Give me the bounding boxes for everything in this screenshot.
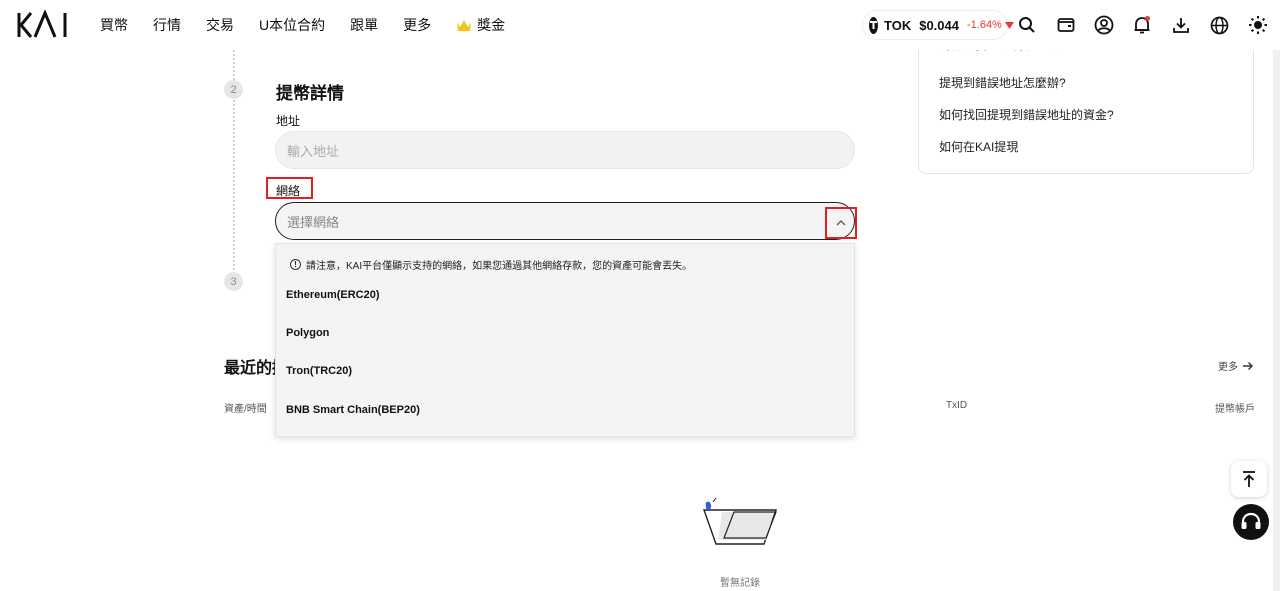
ticker-symbol: TOK [884,17,912,33]
nav-markets[interactable]: 行情 [153,15,181,35]
column-asset-time: 資產/時間 [224,404,267,415]
notification-icon[interactable] [1131,14,1153,36]
nav-buy-crypto[interactable]: 買幣 [100,15,128,35]
faq-item-recover-funds[interactable]: 如何找回提現到錯誤地址的資金? [939,106,1114,123]
step-2-dot: 2 [224,80,243,99]
network-notice: ! 請注意，KAI平台僅顯示支持的網絡，如果您通過其他網絡存款，您的資產可能會丟… [290,257,692,272]
globe-icon[interactable] [1208,14,1230,36]
download-icon[interactable] [1170,14,1192,36]
nav-copy-trading[interactable]: 跟單 [350,15,378,35]
account-icon[interactable] [1093,14,1115,36]
faq-item-how-to-withdraw[interactable]: 如何在KAI提現 [939,138,1018,155]
network-option-erc20[interactable]: Ethereum(ERC20) [286,289,380,301]
address-label: 地址 [276,114,301,128]
network-option-polygon[interactable]: Polygon [286,327,329,339]
network-notice-text: 請注意，KAI平台僅顯示支持的網絡，如果您通過其他網絡存款，您的資產可能會丟失。 [306,261,693,272]
chevron-up-icon [836,220,846,226]
ticker-price: $0.044 [919,17,959,33]
nav-trade[interactable]: 交易 [206,15,234,35]
top-header: 買幣 行情 交易 U本位合約 跟單 更多 獎金 TOK $0.044 -1.64… [0,0,1280,50]
kai-logo[interactable] [17,10,75,40]
wallet-icon[interactable] [1055,14,1077,36]
main-nav: 買幣 行情 交易 U本位合約 跟單 更多 獎金 [100,0,530,50]
ticker-widget[interactable]: TOK $0.044 -1.64% [862,10,1014,40]
step-connector [233,100,235,270]
info-icon: ! [290,259,301,270]
withdraw-details-title: 提幣詳情 [276,84,344,103]
down-triangle-icon [1004,21,1014,29]
theme-sun-icon[interactable] [1247,14,1269,36]
column-account: 提幣帳戶 [1215,404,1255,415]
arrow-up-icon [1243,471,1255,487]
nav-rewards[interactable]: 獎金 [456,15,505,35]
nav-usdt-futures[interactable]: U本位合約 [259,15,325,35]
customer-support-button[interactable] [1233,504,1269,540]
ticker-change: -1.64% [967,19,1014,31]
network-option-trc20[interactable]: Tron(TRC20) [286,365,352,377]
network-label: 網絡 [276,184,301,198]
more-link[interactable]: 更多 [1218,358,1254,373]
empty-box-icon [703,497,777,545]
network-dropdown: ! 請注意，KAI平台僅顯示支持的網絡，如果您通過其他網絡存款，您的資產可能會丟… [275,243,855,437]
faq-item-wrong-address[interactable]: 提現到錯誤地址怎麼辦? [939,74,1066,91]
page-scrollbar[interactable] [1273,50,1280,591]
tok-coin-icon [869,16,878,34]
crown-icon [457,20,472,31]
column-txid: TxID [946,400,968,411]
address-input[interactable]: 輸入地址 [275,131,855,169]
nav-rewards-label: 獎金 [477,17,506,33]
network-chevron-highlight[interactable] [825,207,857,239]
network-option-bep20[interactable]: BNB Smart Chain(BEP20) [286,404,420,416]
network-select[interactable]: 選擇網絡 [275,202,855,240]
search-icon[interactable] [1016,14,1038,36]
back-to-top-button[interactable] [1231,461,1267,497]
step-3-dot: 3 [224,272,243,291]
step-connector [233,50,235,80]
arrow-right-icon [1243,361,1253,370]
empty-state-text: 暫無記錄 [720,578,760,589]
ticker-change-value: -1.64% [966,19,1002,31]
headset-icon [1241,512,1261,529]
nav-more[interactable]: 更多 [403,15,431,35]
more-link-label: 更多 [1218,362,1238,373]
